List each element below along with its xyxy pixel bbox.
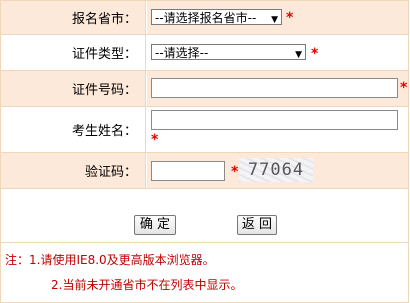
note-line-2: 2.当前未开通省市不在列表中显示。 — [51, 278, 243, 292]
cert-number-input[interactable] — [151, 78, 398, 98]
cert-type-select-value: --请选择-- — [155, 46, 209, 60]
cert-type-row: 证件类型： --请选择-- ▼ * — [1, 35, 408, 71]
captcha-label: 验证码： — [1, 153, 146, 188]
notes-section: 注：1.请使用IE8.0及更高版本浏览器。 2.当前未开通省市不在列表中显示。 — [0, 243, 409, 303]
captcha-cell: * 77064 — [147, 153, 408, 188]
captcha-image[interactable]: 77064 — [239, 158, 313, 182]
province-row: 报名省市： --请选择报名省市-- ▼ * — [1, 0, 408, 35]
captcha-input[interactable] — [151, 161, 225, 181]
name-label: 考生姓名： — [1, 107, 146, 152]
province-select[interactable]: --请选择报名省市-- ▼ — [151, 9, 282, 25]
note-line-1: 注：1.请使用IE8.0及更高版本浏览器。 — [5, 253, 215, 267]
required-mark: * — [311, 46, 319, 62]
province-cell: --请选择报名省市-- ▼ * — [147, 1, 408, 34]
name-row: 考生姓名： * — [1, 107, 408, 153]
cert-type-select[interactable]: --请选择-- ▼ — [151, 44, 306, 60]
confirm-button[interactable]: 确 定 — [134, 215, 176, 235]
registration-form: 报名省市： --请选择报名省市-- ▼ * 证件类型： --请选择-- ▼ * … — [0, 0, 409, 243]
chevron-down-icon: ▼ — [295, 50, 302, 60]
required-mark: * — [286, 10, 294, 26]
province-select-value: --请选择报名省市-- — [155, 11, 257, 25]
cert-type-cell: --请选择-- ▼ * — [147, 35, 408, 70]
required-mark: * — [151, 132, 159, 148]
captcha-row: 验证码： * 77064 — [1, 153, 408, 189]
cert-number-label: 证件号码： — [1, 71, 146, 106]
back-button[interactable]: 返 回 — [237, 215, 277, 235]
chevron-down-icon: ▼ — [271, 15, 278, 25]
cert-number-row: 证件号码： * — [1, 71, 408, 107]
province-label: 报名省市： — [1, 1, 146, 34]
cert-number-cell: * — [147, 71, 408, 106]
required-mark: * — [231, 164, 239, 180]
actions-row: 确 定 返 回 — [1, 189, 408, 243]
name-input[interactable] — [151, 110, 398, 130]
required-mark: * — [400, 80, 408, 96]
name-cell: * — [147, 107, 408, 152]
cert-type-label: 证件类型： — [1, 35, 146, 70]
captcha-noise — [239, 158, 313, 182]
